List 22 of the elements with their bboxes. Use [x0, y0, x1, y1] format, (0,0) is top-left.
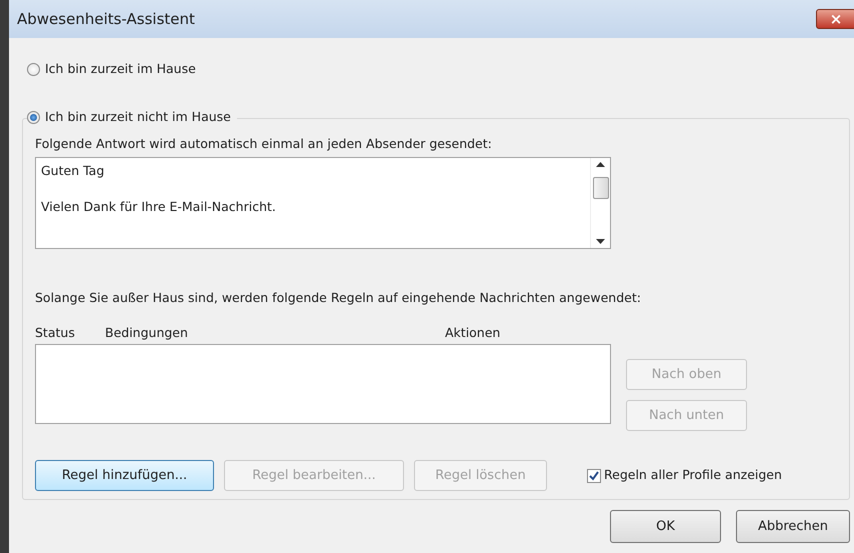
scroll-up-icon[interactable] [596, 162, 605, 168]
reply-label: Folgende Antwort wird automatisch einmal an jeden Absender gesendet: [35, 134, 493, 153]
reply-text: Guten Tag [41, 162, 106, 180]
window-title: Abwesenheits-Assistent [17, 8, 195, 30]
radio-button[interactable] [27, 110, 40, 124]
dialog-button[interactable]: Abbrechen [736, 510, 850, 543]
reply-text: Vielen Dank für Ihre E-Mail-Nachricht. [41, 198, 277, 216]
column-header: Aktionen [445, 325, 500, 340]
column-header: Status [35, 325, 75, 340]
radio-label[interactable]: Ich bin zurzeit im Hause [45, 60, 196, 79]
radio-label[interactable]: Ich bin zurzeit nicht im Hause [45, 108, 231, 126]
rule-button[interactable]: Regel hinzufügen... [35, 460, 214, 491]
column-header: Bedingungen [105, 325, 188, 340]
checkbox[interactable] [587, 468, 601, 482]
reply-text-field[interactable]: Guten Tag Vielen Dank für Ihre E-Mail-Nachricht. [35, 157, 611, 250]
scroll-down-icon[interactable] [596, 239, 605, 244]
radio-button[interactable] [27, 62, 40, 76]
rules-label: Solange Sie außer Haus sind, werden folgende Regeln auf eingehende Nachrichten angewendet: [35, 289, 642, 308]
checkbox-label[interactable]: Regeln aller Profile anzeigen [604, 466, 782, 485]
scrollbar[interactable] [590, 158, 610, 248]
dialog-button[interactable]: OK [610, 510, 721, 543]
scroll-thumb[interactable] [592, 177, 608, 200]
